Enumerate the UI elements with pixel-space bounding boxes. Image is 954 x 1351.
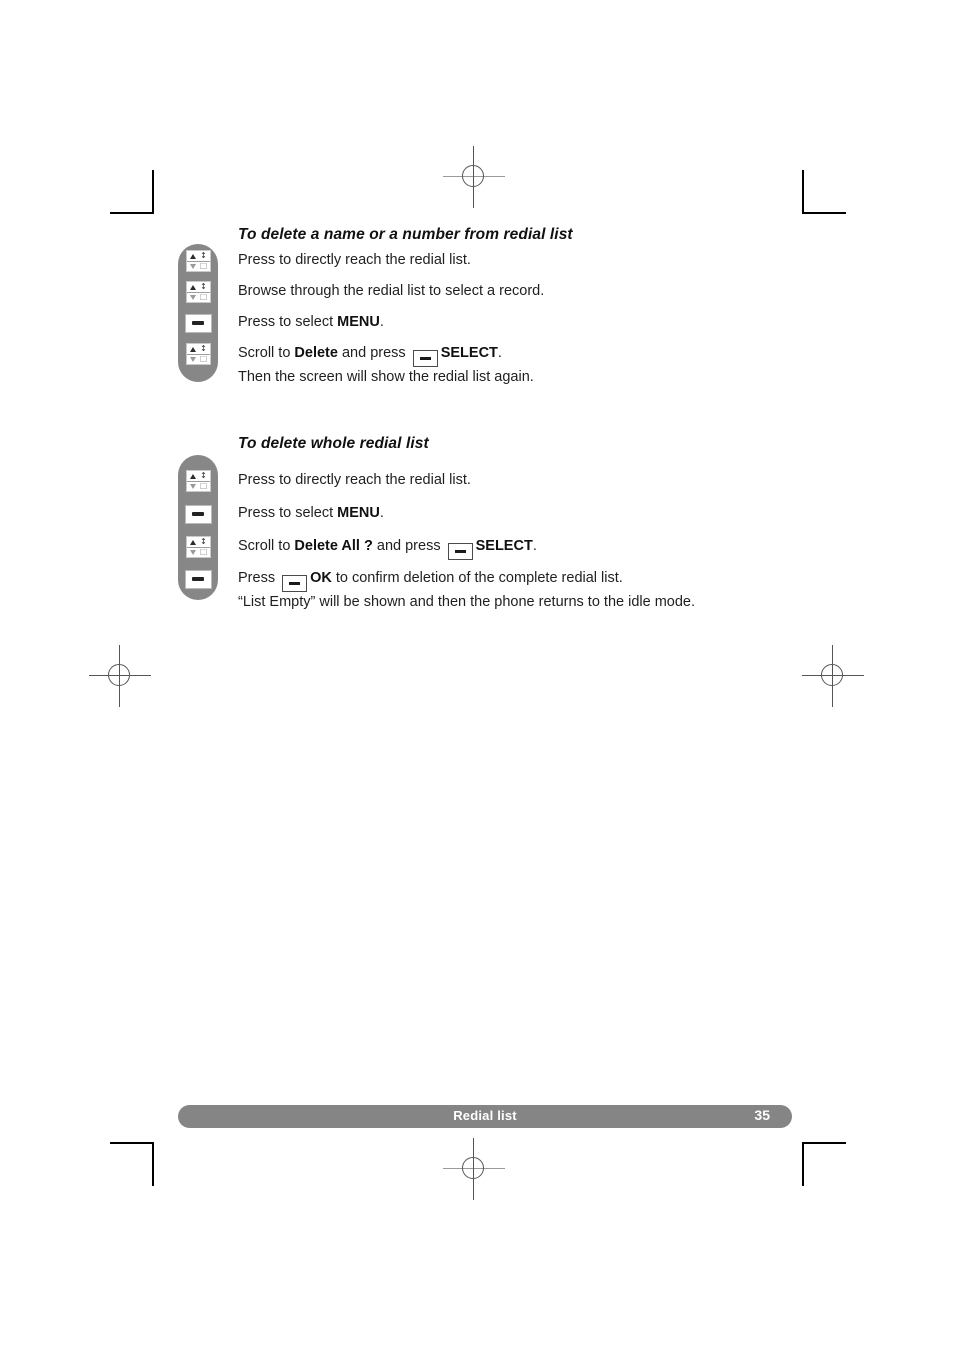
instruction-line: Then the screen will show the redial lis… xyxy=(238,368,534,385)
instruction-step: Press OK to confirm deletion of the comp… xyxy=(238,568,695,612)
section-heading: To delete a name or a number from redial… xyxy=(238,226,573,243)
emphasis-label: Delete xyxy=(294,345,338,361)
soft-key-inline-icon xyxy=(447,542,473,560)
nav-key-icon: ↕ □ xyxy=(185,250,211,272)
soft-key-inline-icon xyxy=(412,349,438,367)
footer-chapter-title: Redial list xyxy=(453,1108,517,1123)
footer-bar: Redial list 35 xyxy=(178,1105,792,1128)
nav-key-icon: ↕ □ xyxy=(185,470,211,492)
instruction-line: Press to select MENU. xyxy=(238,505,384,521)
instruction-step: Press to directly reach the redial list. xyxy=(238,250,471,270)
soft-key-icon xyxy=(184,313,212,333)
soft-key-icon xyxy=(184,504,212,524)
emphasis-label: OK xyxy=(310,570,332,586)
instruction-step: Press to select MENU. xyxy=(238,503,384,523)
key-slot[interactable]: ↕ □ xyxy=(178,248,218,274)
footer-page-number: 35 xyxy=(754,1107,770,1123)
instruction-line: Scroll to Delete All ? and press SELECT. xyxy=(238,536,537,560)
instruction-step: Scroll to Delete All ? and press SELECT. xyxy=(238,536,537,560)
instruction-line: Press to directly reach the redial list. xyxy=(238,472,471,488)
instruction-step: Scroll to Delete and press SELECT. Then t… xyxy=(238,343,534,387)
key-slot[interactable] xyxy=(178,501,218,527)
key-slot[interactable]: ↕ □ xyxy=(178,341,218,367)
instruction-step: Browse through the redial list to select… xyxy=(238,281,544,301)
instruction-line: Browse through the redial list to select… xyxy=(238,283,545,299)
instruction-step: Press to select MENU. xyxy=(238,312,384,332)
nav-key-icon: ↕ □ xyxy=(185,536,211,558)
emphasis-label: MENU xyxy=(337,314,380,330)
nav-key-icon: ↕ □ xyxy=(185,281,211,303)
key-slot[interactable]: ↕ □ xyxy=(178,468,218,494)
instruction-line: Press OK to confirm deletion of the comp… xyxy=(238,568,695,592)
emphasis-label: SELECT xyxy=(475,538,533,554)
emphasis-label: Delete All ? xyxy=(294,538,373,554)
instruction-line: Press to directly reach the redial list. xyxy=(238,252,471,268)
section-heading: To delete whole redial list xyxy=(238,435,429,452)
page-content: To delete a name or a number from redial… xyxy=(0,0,954,1351)
nav-key-icon: ↕ □ xyxy=(185,343,211,365)
key-slot[interactable] xyxy=(178,566,218,592)
instruction-line: “List Empty” will be shown and then the … xyxy=(238,593,696,610)
soft-key-icon xyxy=(184,569,212,589)
instruction-line: Scroll to Delete and press SELECT. xyxy=(238,343,534,367)
emphasis-label: SELECT xyxy=(440,345,498,361)
key-slot[interactable]: ↕ □ xyxy=(178,534,218,560)
emphasis-label: MENU xyxy=(337,505,380,521)
instruction-step: Press to directly reach the redial list. xyxy=(238,470,471,490)
key-slot[interactable]: ↕ □ xyxy=(178,279,218,305)
soft-key-inline-icon xyxy=(282,574,308,592)
key-slot[interactable] xyxy=(178,310,218,336)
instruction-line: Press to select MENU. xyxy=(238,314,384,330)
